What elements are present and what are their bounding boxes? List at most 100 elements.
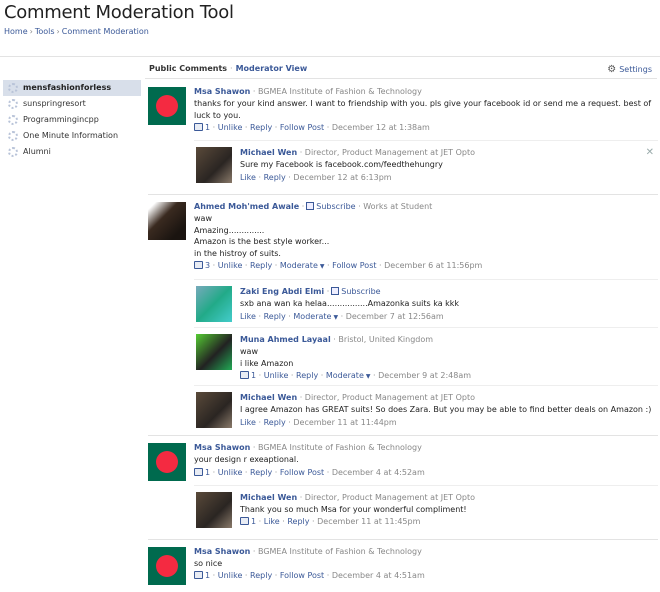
- reply: ✕ Michael Wen · Director, Product Manage…: [194, 140, 658, 188]
- reply-text: Thank you so much Msa for your wonderful…: [240, 504, 467, 514]
- like-count[interactable]: 1: [205, 123, 210, 132]
- unlike-link[interactable]: Unlike: [264, 371, 289, 380]
- moderate-dropdown[interactable]: Moderate ▼: [293, 312, 338, 321]
- reply-link[interactable]: Reply: [296, 371, 318, 380]
- avatar[interactable]: [196, 147, 232, 183]
- like-link[interactable]: Like: [264, 517, 280, 526]
- timestamp[interactable]: December 12 at 1:38am: [332, 123, 430, 132]
- moderate-dropdown[interactable]: Moderate ▼: [280, 261, 325, 270]
- timestamp[interactable]: December 7 at 12:56am: [346, 312, 444, 321]
- breadcrumb-comment-moderation[interactable]: Comment Moderation: [62, 27, 149, 36]
- sidebar-item-sunspringresort[interactable]: sunspringresort: [3, 96, 141, 112]
- unlike-link[interactable]: Unlike: [218, 261, 243, 270]
- like-count[interactable]: 1: [251, 371, 256, 380]
- comment-text: thanks for your kind answer. I want to f…: [194, 99, 652, 120]
- reply-link[interactable]: Reply: [264, 173, 286, 182]
- timestamp[interactable]: December 11 at 11:45pm: [317, 517, 420, 526]
- comment-list: Msa Shawon · BGMEA Institute of Fashion …: [148, 84, 658, 585]
- reply-author[interactable]: Michael Wen: [240, 393, 297, 402]
- chevron-down-icon: ▼: [319, 263, 325, 270]
- follow-post-link[interactable]: Follow Post: [280, 571, 324, 580]
- close-icon[interactable]: ✕: [646, 147, 654, 158]
- author-meta: BGMEA Institute of Fashion & Technology: [257, 87, 422, 96]
- reply-author[interactable]: Zaki Eng Abdi Elmi: [240, 287, 324, 296]
- timestamp[interactable]: December 6 at 11:56pm: [384, 261, 482, 270]
- unlike-link[interactable]: Unlike: [218, 468, 243, 477]
- page-icon: [8, 147, 18, 157]
- avatar[interactable]: [196, 491, 232, 528]
- reply-link[interactable]: Reply: [250, 261, 272, 270]
- reply-text: waw i like Amazon: [240, 347, 294, 368]
- sidebar-item-programmingincpp[interactable]: Programmingincpp: [3, 112, 141, 128]
- reply-text: I agree Amazon has GREAT suits! So does …: [240, 405, 652, 414]
- unlike-link[interactable]: Unlike: [218, 571, 243, 580]
- timestamp[interactable]: December 4 at 4:51am: [332, 571, 425, 580]
- like-link[interactable]: Like: [240, 173, 256, 182]
- tab-public-comments[interactable]: Public Comments: [149, 64, 227, 73]
- reply-author[interactable]: Muna Ahmed Layaal: [240, 335, 331, 344]
- like-link[interactable]: Like: [240, 418, 256, 427]
- avatar[interactable]: [148, 546, 186, 585]
- like-count[interactable]: 1: [205, 571, 210, 580]
- comment-text: waw Amazing.............. Amazon is the …: [194, 214, 330, 258]
- follow-post-link[interactable]: Follow Post: [332, 261, 376, 270]
- reply: Zaki Eng Abdi Elmi · Subscribe sxb ana wa…: [194, 279, 658, 327]
- comment: Msa Shawon · BGMEA Institute of Fashion …: [148, 84, 658, 134]
- like-count[interactable]: 1: [205, 468, 210, 477]
- divider: [0, 56, 660, 57]
- timestamp[interactable]: December 11 at 11:44pm: [293, 418, 396, 427]
- unlike-link[interactable]: Unlike: [218, 123, 243, 132]
- like-link[interactable]: Like: [240, 312, 256, 321]
- follow-post-link[interactable]: Follow Post: [280, 123, 324, 132]
- timestamp[interactable]: December 12 at 6:13pm: [293, 173, 391, 182]
- view-tabs: Public Comments · Moderator View: [149, 64, 308, 73]
- comment-author[interactable]: Ahmed Moh'med Awale: [194, 202, 299, 211]
- comment-author[interactable]: Msa Shawon: [194, 87, 250, 96]
- settings-button[interactable]: ⚙ Settings: [607, 64, 652, 75]
- sidebar-item-mensfashionforless[interactable]: mensfashionforless: [3, 80, 141, 96]
- reply-link[interactable]: Reply: [264, 418, 286, 427]
- like-count[interactable]: 3: [205, 261, 210, 270]
- like-count[interactable]: 1: [251, 517, 256, 526]
- comment-author[interactable]: Msa Shawon: [194, 443, 250, 452]
- page-title: Comment Moderation Tool: [4, 2, 234, 23]
- reply-text: sxb ana wan ka helaa................Amaz…: [240, 299, 460, 308]
- avatar[interactable]: [148, 87, 186, 125]
- subscribe-icon: [331, 287, 340, 295]
- sidebar-item-alumni[interactable]: Alumni: [3, 144, 141, 160]
- avatar[interactable]: [148, 443, 186, 481]
- avatar[interactable]: [148, 202, 186, 240]
- breadcrumb-tools[interactable]: Tools: [35, 27, 55, 36]
- avatar[interactable]: [196, 286, 232, 322]
- avatar[interactable]: [196, 392, 232, 428]
- reply-link[interactable]: Reply: [250, 468, 272, 477]
- reply-author[interactable]: Michael Wen: [240, 493, 297, 502]
- reply-author[interactable]: Michael Wen: [240, 148, 297, 157]
- reply-link[interactable]: Reply: [250, 123, 272, 132]
- author-meta: Director, Product Management at JET Opto: [304, 393, 476, 402]
- breadcrumb: Home › Tools › Comment Moderation: [4, 27, 149, 36]
- sidebar-item-one-minute-information[interactable]: One Minute Information: [3, 128, 141, 144]
- comment-author[interactable]: Msa Shawon: [194, 547, 250, 556]
- follow-post-link[interactable]: Follow Post: [280, 468, 324, 477]
- chevron-down-icon: ▼: [333, 313, 339, 321]
- like-icon: [194, 261, 203, 269]
- avatar[interactable]: [196, 334, 232, 370]
- subscribe-link[interactable]: Subscribe: [341, 287, 380, 296]
- page-icon: [8, 131, 18, 141]
- reply-link[interactable]: Reply: [264, 312, 286, 321]
- gear-icon: ⚙: [607, 64, 617, 75]
- reply-link[interactable]: Reply: [250, 571, 272, 580]
- subscribe-link[interactable]: Subscribe: [316, 202, 355, 211]
- like-icon: [194, 571, 203, 579]
- reply: Michael Wen · Director, Product Manageme…: [194, 385, 658, 433]
- like-icon: [194, 467, 203, 476]
- timestamp[interactable]: December 9 at 2:48am: [378, 371, 471, 380]
- timestamp[interactable]: December 4 at 4:52am: [332, 468, 425, 477]
- comment-text: so nice: [194, 558, 223, 568]
- reply-text: Sure my Facebook is facebook.com/feedthe…: [240, 160, 443, 169]
- reply-link[interactable]: Reply: [287, 517, 309, 526]
- moderate-dropdown[interactable]: Moderate ▼: [326, 371, 371, 380]
- tab-moderator-view[interactable]: Moderator View: [236, 64, 308, 73]
- breadcrumb-home[interactable]: Home: [4, 27, 28, 36]
